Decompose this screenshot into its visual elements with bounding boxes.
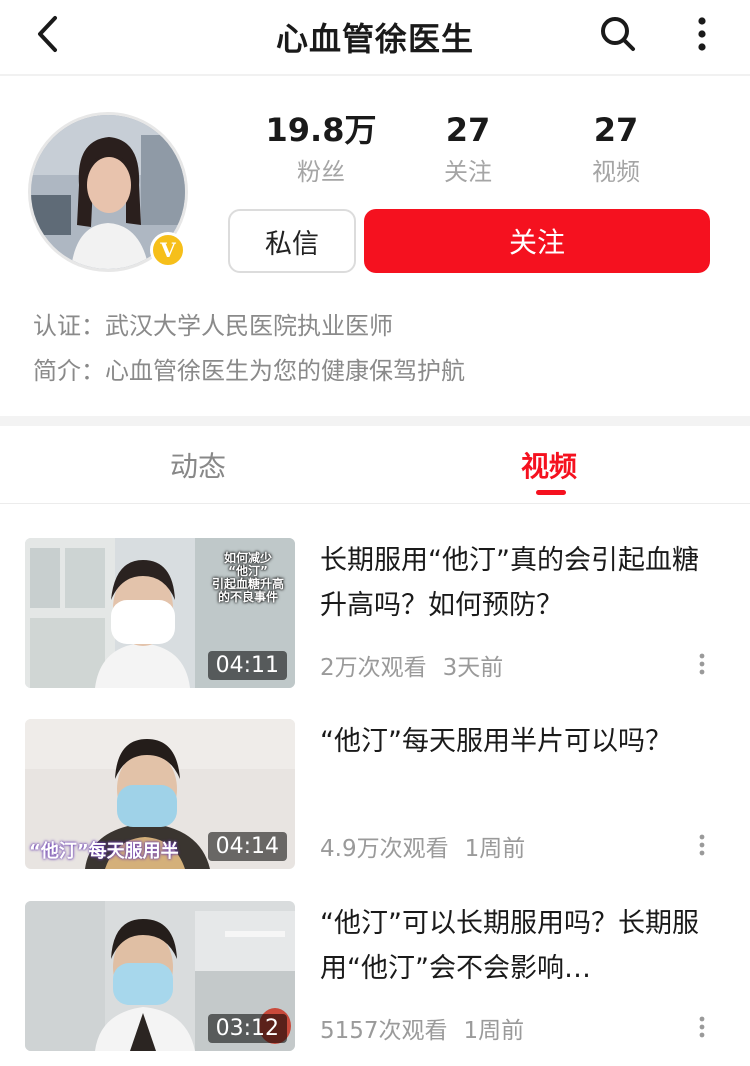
video-title[interactable]: “他汀”可以长期服用吗？长期服用“他汀”会不会影响… [320,901,720,991]
video-meta: 5157次观看 1周前 [320,1011,524,1045]
video-duration: 04:14 [207,832,287,861]
bio-line: 简介：心血管徐医生为您的健康保驾护航 [33,351,465,386]
message-button[interactable]: 私信 [228,209,356,273]
more-vertical-icon [699,1016,705,1038]
certification-value: 武汉大学人民医院执业医师 [105,312,393,340]
stat-videos-value: 27 [593,111,639,149]
video-duration: 03:12 [207,1014,287,1043]
top-bar: 心血管徐医生 [0,0,750,70]
video-duration: 04:11 [207,651,287,680]
video-time: 1周前 [464,836,526,862]
video-thumbnail[interactable]: 03:12 [25,901,295,1051]
search-button[interactable] [596,12,640,56]
more-vertical-icon [699,834,705,856]
search-icon [601,17,635,51]
video-views: 5157次观看 [320,1018,448,1044]
video-time: 3天前 [442,655,504,681]
tab-videos[interactable]: 视频 [521,445,577,485]
stat-videos[interactable]: 27 视频 [541,110,691,192]
video-more-button[interactable] [690,644,714,684]
video-more-button[interactable] [690,825,714,865]
more-vertical-icon [699,653,705,675]
video-title[interactable]: 长期服用“他汀”真的会引起血糖升高吗？如何预防？ [320,538,720,628]
video-title[interactable]: “他汀”每天服用半片可以吗？ [320,719,720,764]
video-time: 1周前 [463,1018,525,1044]
video-thumbnail[interactable]: “他汀”每天服用半 04:14 [25,719,295,869]
verified-badge: V [150,232,186,268]
stat-following[interactable]: 27 关注 [393,110,543,192]
follow-button[interactable]: 关注 [364,209,710,273]
video-thumbnail[interactable]: 如何减少 “他汀” 引起血糖升高 的不良事件 04:11 [25,538,295,688]
video-views: 4.9万次观看 [320,836,449,862]
section-divider [0,416,750,426]
avatar-container[interactable]: V [28,112,188,272]
certification-label: 认证： [33,312,105,340]
thumbnail-caption: 如何减少 “他汀” 引起血糖升高 的不良事件 [211,551,284,604]
header-divider [0,74,750,76]
active-tab-indicator [536,490,566,495]
bio-label: 简介： [33,357,105,385]
video-list-item[interactable]: “他汀”每天服用半 04:14 “他汀”每天服用半片可以吗？ 4.9万次观看 1周… [0,719,750,869]
stat-following-value: 27 [445,111,491,149]
video-more-button[interactable] [690,1007,714,1047]
video-list-item[interactable]: 如何减少 “他汀” 引起血糖升高 的不良事件 04:11 长期服用“他汀”真的会… [0,538,750,688]
tab-posts[interactable]: 动态 [170,445,226,485]
video-views: 2万次观看 [320,655,427,681]
tabs-divider [0,503,750,504]
video-meta: 2万次观看 3天前 [320,648,503,682]
stat-videos-label: 视频 [592,158,640,186]
thumbnail-caption: “他汀”每天服用半 [29,841,179,862]
certification-line: 认证：武汉大学人民医院执业医师 [33,306,393,341]
bio-value: 心血管徐医生为您的健康保驾护航 [105,357,465,385]
more-vertical-icon [698,17,706,51]
stat-followers[interactable]: 19.8万 粉丝 [246,110,396,192]
video-list-item[interactable]: 03:12 “他汀”可以长期服用吗？长期服用“他汀”会不会影响… 5157次观看… [0,901,750,1051]
video-meta: 4.9万次观看 1周前 [320,829,525,863]
stat-followers-value: 19.8万 [265,111,377,149]
more-options-button[interactable] [680,12,724,56]
stat-following-label: 关注 [444,158,492,186]
stat-followers-label: 粉丝 [297,158,345,186]
